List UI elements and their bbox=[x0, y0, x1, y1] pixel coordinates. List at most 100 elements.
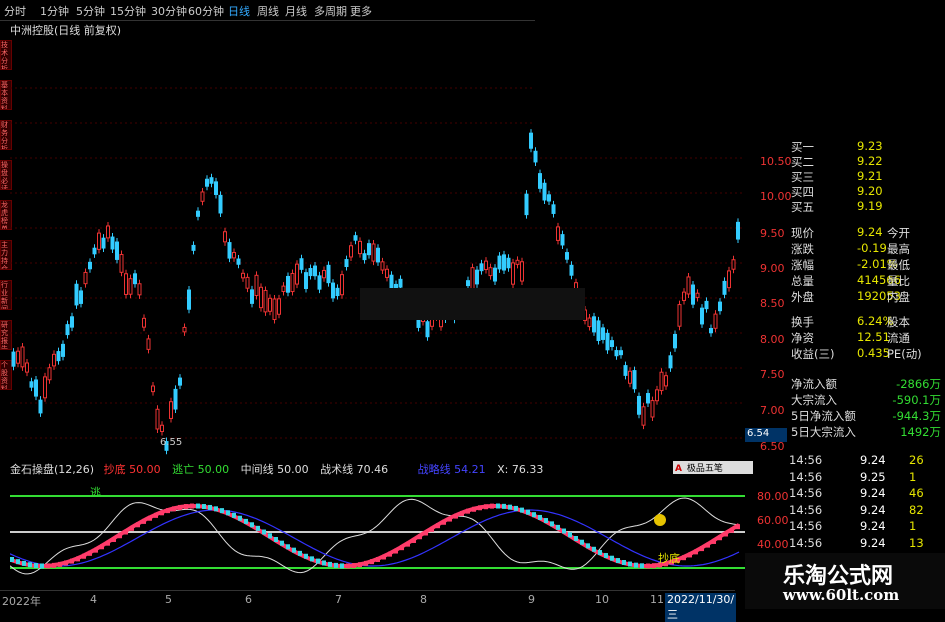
tab-30min[interactable]: 30分钟 bbox=[151, 3, 187, 19]
trade-qty: 1 bbox=[909, 469, 917, 484]
candle-body bbox=[97, 232, 101, 250]
tactic-dot bbox=[640, 563, 644, 569]
tactic-dot bbox=[352, 563, 356, 569]
left-side-tabs: 技术分析 基本资料 财务分析 操盘必读 龙虎榜单 主力持仓 行业新闻 研究报告 … bbox=[0, 40, 12, 420]
trade-time: 14:56 bbox=[789, 486, 823, 500]
candle-body bbox=[11, 351, 16, 367]
orderbook-value: 9.23 bbox=[857, 139, 883, 153]
date-label: 9 bbox=[528, 593, 535, 606]
flow-label: 大宗流入 bbox=[791, 393, 837, 407]
candle-body bbox=[236, 258, 241, 265]
tactic-dot bbox=[490, 503, 494, 509]
orderbook-right-label: 内盘 bbox=[887, 290, 910, 304]
tactic-dot bbox=[304, 553, 308, 559]
candle-body bbox=[286, 275, 290, 293]
param-x-value: 76.33 bbox=[511, 463, 544, 476]
tab-5min[interactable]: 5分钟 bbox=[76, 3, 105, 19]
orderbook-row: 外盘 192053 内盘 bbox=[785, 289, 945, 304]
candle-body bbox=[515, 259, 520, 265]
indicator-name[interactable]: 金石操盘(12,26) bbox=[10, 463, 94, 476]
tactic-dot bbox=[220, 508, 224, 514]
orderbook-label: 买三 bbox=[791, 170, 814, 184]
candle-body bbox=[29, 381, 34, 388]
tactic-dot bbox=[394, 548, 398, 554]
tab-fenshi[interactable]: 分时 bbox=[4, 3, 26, 19]
trade-qty: 1 bbox=[909, 519, 917, 533]
date-label: 10 bbox=[595, 593, 609, 606]
candle-body bbox=[47, 367, 52, 381]
trade-time: 14:56 bbox=[789, 519, 823, 533]
tab-60min[interactable]: 60分钟 bbox=[188, 3, 224, 19]
trade-row: 14:56 9.25 1 bbox=[789, 470, 939, 485]
tab-monthly[interactable]: 月线 bbox=[285, 3, 307, 19]
indicator-header: 金石操盘(12,26) 抄底 50.00 逃亡 50.00 中间线 50.00 … bbox=[10, 463, 544, 476]
ime-a-button[interactable]: A bbox=[673, 464, 684, 474]
candle-body bbox=[110, 236, 115, 250]
ime-toolbar[interactable]: A 极品五笔 bbox=[673, 461, 753, 474]
trade-price: 9.25 bbox=[860, 469, 886, 484]
candle-body bbox=[187, 289, 191, 310]
candle-body bbox=[668, 355, 673, 369]
tactic-dot bbox=[334, 562, 338, 568]
tactic-dot bbox=[28, 562, 32, 568]
candle-body bbox=[128, 278, 133, 295]
candle-body bbox=[344, 259, 349, 268]
tactic-dot bbox=[412, 537, 416, 543]
trade-row: 14:56 9.24 82 bbox=[789, 503, 939, 518]
tactic-dot bbox=[586, 543, 590, 549]
candle-body bbox=[263, 289, 268, 313]
tactic-dot bbox=[178, 504, 182, 510]
orderbook-label: 买二 bbox=[791, 155, 814, 169]
tactic-dot bbox=[280, 540, 284, 546]
candle-body bbox=[488, 267, 493, 277]
candle-body bbox=[191, 244, 196, 251]
candle-body bbox=[115, 241, 119, 260]
candle-body bbox=[38, 399, 43, 414]
tab-more[interactable]: 更多 bbox=[350, 3, 372, 19]
tactic-dot bbox=[424, 530, 428, 536]
tab-multi-period[interactable]: 多周期 bbox=[314, 3, 347, 19]
tab-weekly[interactable]: 周线 bbox=[257, 3, 279, 19]
candle-body bbox=[362, 253, 367, 261]
smiley-icon bbox=[654, 514, 666, 526]
candle-body bbox=[641, 406, 646, 426]
tactic-dot bbox=[316, 558, 320, 564]
tactic-dot bbox=[148, 515, 152, 521]
orderbook-value: 9.21 bbox=[857, 169, 883, 183]
date-label: 6 bbox=[245, 593, 252, 606]
tactic-dot bbox=[562, 528, 566, 534]
candle-body bbox=[632, 370, 637, 390]
tactic-dot bbox=[544, 518, 548, 524]
tab-daily[interactable]: 日线 bbox=[228, 3, 250, 19]
tactic-dot bbox=[736, 524, 740, 530]
candle-body bbox=[268, 297, 272, 312]
flow-value: -590.1万 bbox=[892, 393, 941, 407]
tactic-dot bbox=[124, 529, 128, 535]
tab-1min[interactable]: 1分钟 bbox=[40, 3, 69, 19]
candle-body bbox=[182, 326, 187, 333]
candle-body bbox=[470, 267, 475, 290]
candle-body bbox=[605, 332, 610, 351]
indicator-chart[interactable]: 逃 抄底 bbox=[10, 478, 745, 590]
tactic-dot bbox=[46, 563, 50, 569]
orderbook-value: 9.19 bbox=[857, 199, 883, 213]
tactic-dot bbox=[274, 536, 278, 542]
orderbook-value: 12.51 bbox=[857, 330, 890, 344]
tactic-dot bbox=[604, 553, 608, 559]
redaction-box bbox=[360, 288, 585, 320]
tactic-dot bbox=[256, 525, 260, 531]
candle-body bbox=[700, 307, 704, 325]
candle-body bbox=[569, 264, 574, 276]
candle-body bbox=[25, 362, 29, 373]
candle-body bbox=[119, 254, 124, 273]
candle-body bbox=[205, 178, 209, 187]
tab-15min[interactable]: 15分钟 bbox=[110, 3, 146, 19]
param-mid-value: 50.00 bbox=[277, 463, 309, 476]
ime-name[interactable]: 极品五笔 bbox=[687, 464, 723, 474]
tactic-dot bbox=[196, 503, 200, 509]
flow-row: 净流入额 -2866万 bbox=[785, 376, 945, 391]
trade-row: 14:56 9.24 46 bbox=[789, 486, 939, 501]
trade-qty: 82 bbox=[909, 502, 924, 517]
tactic-dot bbox=[694, 549, 698, 555]
candle-body bbox=[142, 317, 146, 328]
